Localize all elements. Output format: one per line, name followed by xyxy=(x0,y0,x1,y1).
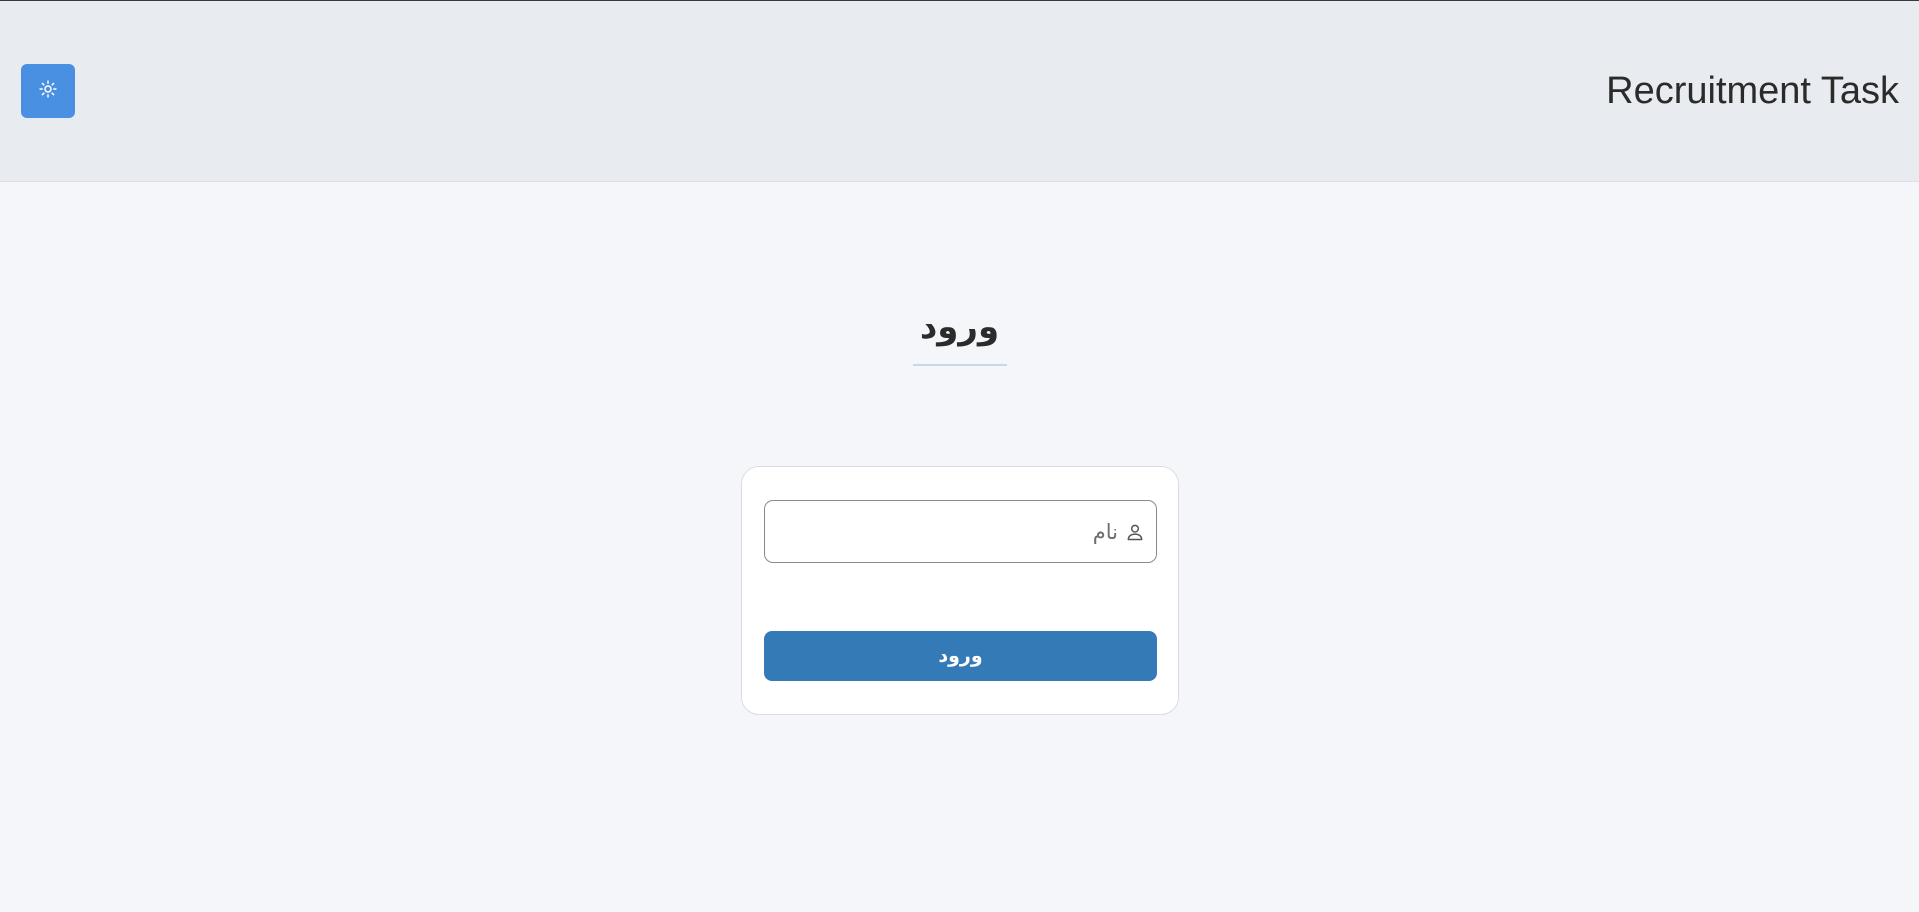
title-underline xyxy=(913,364,1007,366)
sun-icon xyxy=(38,79,58,103)
name-input[interactable] xyxy=(765,501,1118,562)
login-card: ورود xyxy=(741,466,1179,715)
app-title: Recruitment Task xyxy=(1606,70,1899,112)
app-header: Recruitment Task xyxy=(0,1,1919,182)
page-title: ورود xyxy=(919,307,1000,347)
login-page: ورود ورود xyxy=(0,183,1919,912)
theme-toggle-button[interactable] xyxy=(21,64,75,118)
user-icon xyxy=(1124,521,1146,543)
name-field[interactable] xyxy=(764,500,1157,563)
login-submit-button[interactable]: ورود xyxy=(764,631,1157,681)
